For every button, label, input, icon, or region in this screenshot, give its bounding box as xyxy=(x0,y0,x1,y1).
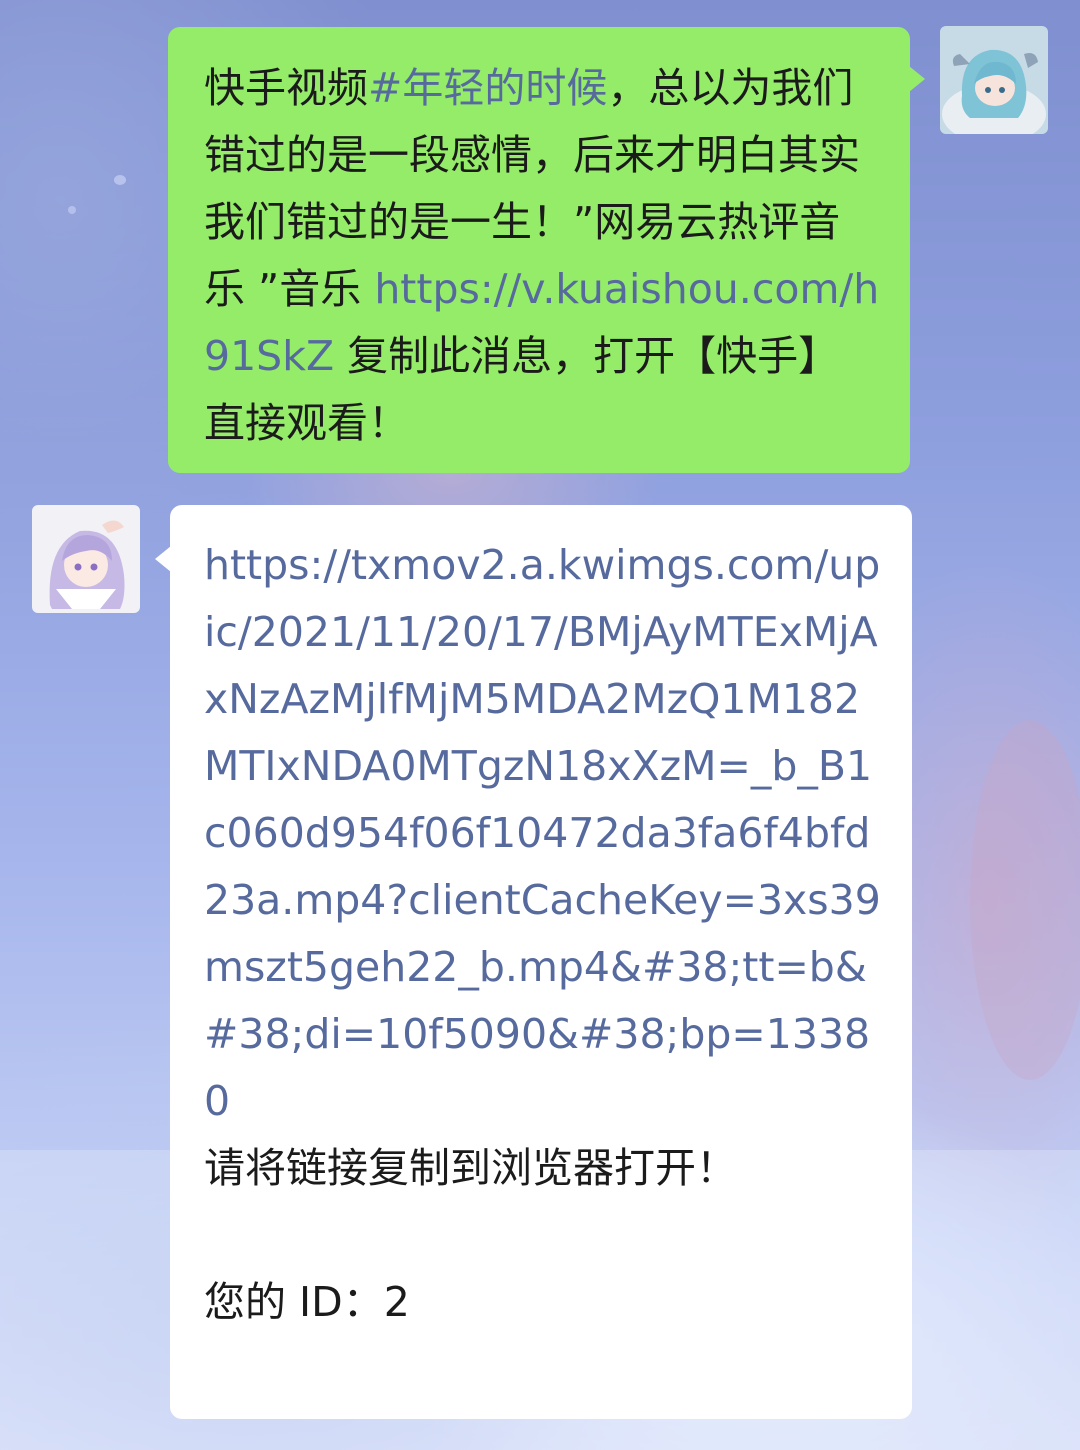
sent-bubble-tail xyxy=(909,66,925,92)
hashtag-link[interactable]: #年轻的时候 xyxy=(368,64,607,112)
anime-girl-lavender-hair-avatar-icon xyxy=(32,505,140,613)
user-id-text: 您的 ID：2 xyxy=(204,1278,410,1326)
video-url-link[interactable]: https://txmov2.a.kwimgs.com/upic/2021/11… xyxy=(204,541,881,1125)
copy-instruction-text: 请将链接复制到浏览器打开！ xyxy=(204,1144,737,1192)
anime-girl-blue-hair-avatar-icon xyxy=(940,26,1048,134)
received-message-bubble[interactable]: https://txmov2.a.kwimgs.com/upic/2021/11… xyxy=(170,505,912,1419)
my-avatar[interactable] xyxy=(940,26,1048,134)
received-bubble-tail xyxy=(155,546,171,572)
sent-message-bubble[interactable]: 快手视频#年轻的时候，总以为我们错过的是一段感情，后来才明白其实我们错过的是一生… xyxy=(168,27,910,473)
sent-text-prefix: 快手视频 xyxy=(204,64,368,112)
contact-avatar[interactable] xyxy=(32,505,140,613)
